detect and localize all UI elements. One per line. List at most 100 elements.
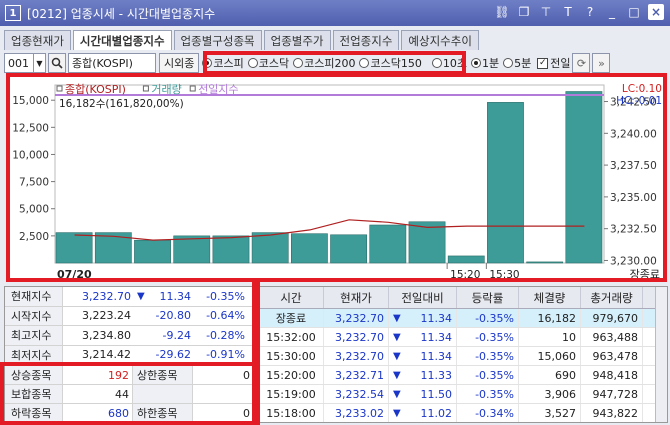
table-row[interactable]: 15:19:00 3,232.54 ▼ 11.50 -0.35% 3,906 947,728 xyxy=(259,385,667,404)
grid-header-cell[interactable]: 현재가 xyxy=(324,287,389,308)
summary-rate: -0.28% xyxy=(206,328,245,342)
font-size-icon[interactable]: T xyxy=(560,4,576,20)
grid-header-cell[interactable]: 시간 xyxy=(259,287,324,308)
index-summary-table: 현재지수 3,232.70 ▼ 11.34 -0.35% 시작지수 3,223.24 -20.… xyxy=(4,286,254,366)
tab-all-sector-index[interactable]: 전업종지수 xyxy=(332,30,400,50)
radio-1m[interactable]: 1분 xyxy=(470,55,499,71)
tab-expected-index[interactable]: 예상지수추이 xyxy=(401,30,479,50)
tab-sector-stock-price[interactable]: 업종별주가 xyxy=(263,30,331,50)
row-diff: ▼ 11.34 xyxy=(389,347,457,365)
grid-header-cell[interactable]: 전일대비 xyxy=(389,287,457,308)
grid-header-cell[interactable]: 체결량 xyxy=(519,287,581,308)
grid-header-cell[interactable]: 등락률 xyxy=(457,287,519,308)
sector-code: 001 xyxy=(8,56,29,70)
breadth-value-2 xyxy=(193,385,253,403)
summary-label: 시작지수 xyxy=(5,306,63,325)
row-time: 15:32:00 xyxy=(259,328,324,346)
row-volume: 3,527 xyxy=(519,404,581,422)
volume-bar xyxy=(290,233,328,264)
table-row[interactable]: 15:30:00 3,232.70 ▼ 11.34 -0.35% 15,060 963,47… xyxy=(259,347,667,366)
volume-tick-label: 7,500 xyxy=(19,177,49,189)
breadth-row: 보합종목 44 xyxy=(5,385,253,404)
refresh-icon[interactable]: ⟳ xyxy=(572,53,591,73)
search-icon[interactable] xyxy=(48,53,66,73)
breadth-row: 하락종목 680 하한종목 0 xyxy=(5,404,253,423)
summary-row: 현재지수 3,232.70 ▼ 11.34 -0.35% xyxy=(5,287,253,307)
radio-5m[interactable]: 5분 xyxy=(503,55,531,71)
row-time: 15:30:00 xyxy=(259,347,324,365)
row-price: 3,232.54 xyxy=(324,385,389,403)
volume-bar xyxy=(487,102,524,264)
radio-kospi200[interactable]: 코스피200 xyxy=(293,55,355,71)
chart-tooltip: 16,182수(161,820,00%) xyxy=(59,98,184,110)
row-rate: -0.35% xyxy=(457,328,519,346)
link-icon[interactable]: ⛓ xyxy=(494,4,510,20)
radio-kosdaq150[interactable]: 코스닥150 xyxy=(359,55,422,71)
sector-name-field[interactable]: 종합(KOSPI) xyxy=(68,53,156,73)
prev-day-checkbox[interactable]: ✓ 전일 xyxy=(537,55,570,71)
index-tick-label: 3,230.00 xyxy=(610,255,657,267)
maximize-icon[interactable]: □ xyxy=(626,4,642,20)
table-row[interactable]: 15:18:00 3,233.02 ▼ 11.02 -0.34% 3,527 943,822 xyxy=(259,404,667,422)
row-rate: -0.35% xyxy=(457,385,519,403)
tab-time-sector-index[interactable]: 시간대별업종지수 xyxy=(72,30,172,50)
row-rate: -0.35% xyxy=(457,309,519,327)
radio-kosdaq[interactable]: 코스닥 xyxy=(247,55,289,71)
row-time: 장종료 xyxy=(259,309,324,327)
table-row[interactable]: 장종료 3,232.70 ▼ 11.34 -0.35% 16,182 979,670 xyxy=(259,309,667,328)
down-triangle-icon: ▼ xyxy=(393,369,401,381)
down-triangle-icon: ▼ xyxy=(393,331,401,343)
volume-bar xyxy=(251,232,289,264)
checkbox-check-icon: ✓ xyxy=(537,57,549,69)
down-triangle-icon: ▼ xyxy=(393,312,401,324)
breadth-label-2 xyxy=(133,385,193,403)
breadth-value: 44 xyxy=(63,385,133,403)
chevron-down-icon[interactable]: ▼ xyxy=(33,54,45,72)
minimize-icon[interactable]: _ xyxy=(604,4,620,20)
summary-value: 3,223.24 xyxy=(82,309,131,323)
breadth-label-2: 하한종목 xyxy=(133,404,193,422)
help-icon[interactable]: ? xyxy=(582,4,598,20)
radio-kospi[interactable]: 코스피 xyxy=(202,55,244,71)
volume-tick-label: 15,000 xyxy=(12,95,49,107)
tab-bar: 업종현재가 시간대별업종지수 업종별구성종목 업종별주가 전업종지수 예상지수추… xyxy=(4,30,479,50)
breadth-value: 192 xyxy=(63,366,133,384)
summary-rate: -0.35% xyxy=(206,289,245,303)
row-volume: 15,060 xyxy=(519,347,581,365)
down-triangle-icon: ▼ xyxy=(393,388,401,400)
summary-value: 3,234.80 xyxy=(82,328,131,342)
sector-code-combo[interactable]: 001 ▼ xyxy=(4,53,46,73)
expand-right-icon[interactable]: » xyxy=(592,53,611,73)
pin-icon[interactable]: ⊤ xyxy=(538,4,554,20)
row-price: 3,232.71 xyxy=(324,366,389,384)
close-icon[interactable]: × xyxy=(648,4,664,20)
overseas-sector-button[interactable]: 시외종 xyxy=(159,53,200,73)
summary-row: 최고지수 3,234.80 -9.24 -0.28% xyxy=(5,326,253,346)
time-sector-chart[interactable]: 15,000 12,500 10,000 7,500 5,000 2,500 3,242.5… xyxy=(8,76,665,281)
breadth-label: 보합종목 xyxy=(5,385,63,403)
row-price: 3,233.02 xyxy=(324,404,389,422)
index-tick-label: 3,237.50 xyxy=(610,160,657,172)
grid-header-cell[interactable]: 총거래량 xyxy=(581,287,643,308)
tab-sector-components[interactable]: 업종별구성종목 xyxy=(173,30,262,50)
radio-dot xyxy=(431,58,442,68)
breadth-label: 상승종목 xyxy=(5,366,63,384)
interval-radio-group: 10초 1분 5분 xyxy=(431,52,535,74)
row-total-volume: 943,822 xyxy=(581,404,643,422)
tab-sector-price[interactable]: 업종현재가 xyxy=(4,30,71,50)
volume-bar xyxy=(134,239,171,264)
radio-dot xyxy=(503,58,514,68)
legend-entry: 거래량 xyxy=(151,83,181,96)
summary-row: 시작지수 3,223.24 -20.80 -0.64% xyxy=(5,306,253,326)
x-tick-label: 07/20 xyxy=(57,268,92,281)
table-row[interactable]: 15:32:00 3,232.70 ▼ 11.34 -0.35% 10 963,488 xyxy=(259,328,667,347)
grid-scrollbar[interactable] xyxy=(655,287,667,422)
table-row[interactable]: 15:20:00 3,232.71 ▼ 11.33 -0.35% 690 948,418 xyxy=(259,366,667,385)
index-tick-label: 3,240.00 xyxy=(610,128,657,140)
row-volume: 690 xyxy=(519,366,581,384)
radio-dot xyxy=(470,58,481,68)
volume-tick-label: 12,500 xyxy=(12,122,49,134)
summary-rate: -0.64% xyxy=(206,309,245,323)
radio-10s[interactable]: 10초 xyxy=(431,55,467,71)
copy-window-icon[interactable]: ❐ xyxy=(516,4,532,20)
